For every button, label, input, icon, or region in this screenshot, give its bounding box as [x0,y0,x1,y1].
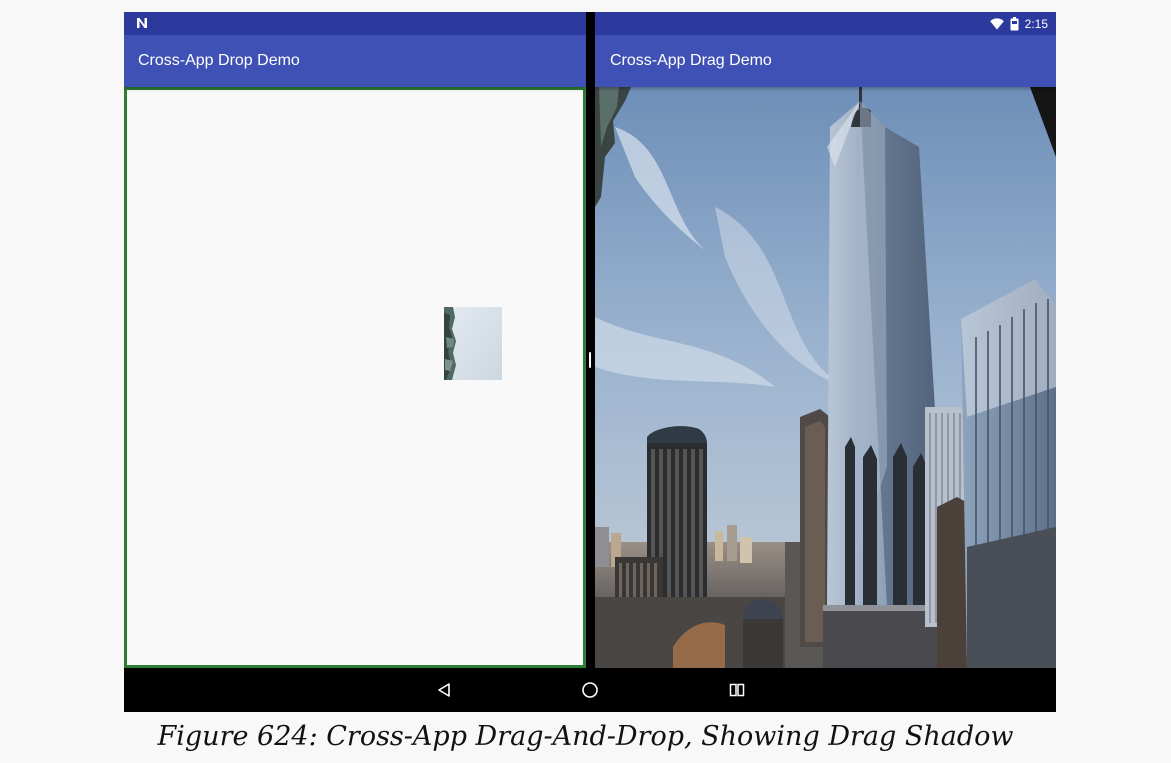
drop-target-area[interactable] [124,87,586,668]
status-icons: 2:15 [989,14,1048,33]
drop-app-pane: Cross-App Drop Demo [124,35,586,668]
recents-square-icon[interactable] [713,668,761,712]
figure-page: 2:15 Cross-App Drop Demo Cross-App Drag … [0,0,1171,763]
status-time: 2:15 [1024,16,1048,31]
navigation-bar [124,668,1056,712]
home-circle-icon[interactable] [566,668,614,712]
android-n-notification-icon [136,15,148,31]
android-device-screen: 2:15 Cross-App Drop Demo Cross-App Drag … [124,12,1056,712]
drag-shadow-thumbnail[interactable] [444,307,502,380]
drag-app-pane: Cross-App Drag Demo [595,35,1056,668]
divider-handle[interactable] [589,352,591,368]
figure-caption: Figure 624: Cross-App Drag-And-Drop, Sho… [157,721,1014,752]
back-triangle-icon[interactable] [420,668,468,712]
split-screen-divider[interactable] [586,12,595,668]
skyline-photo[interactable] [595,87,1056,668]
wifi-icon [989,17,1004,30]
battery-icon [1010,16,1019,31]
drag-app-title: Cross-App Drag Demo [595,35,1056,87]
drop-app-title: Cross-App Drop Demo [124,35,586,87]
